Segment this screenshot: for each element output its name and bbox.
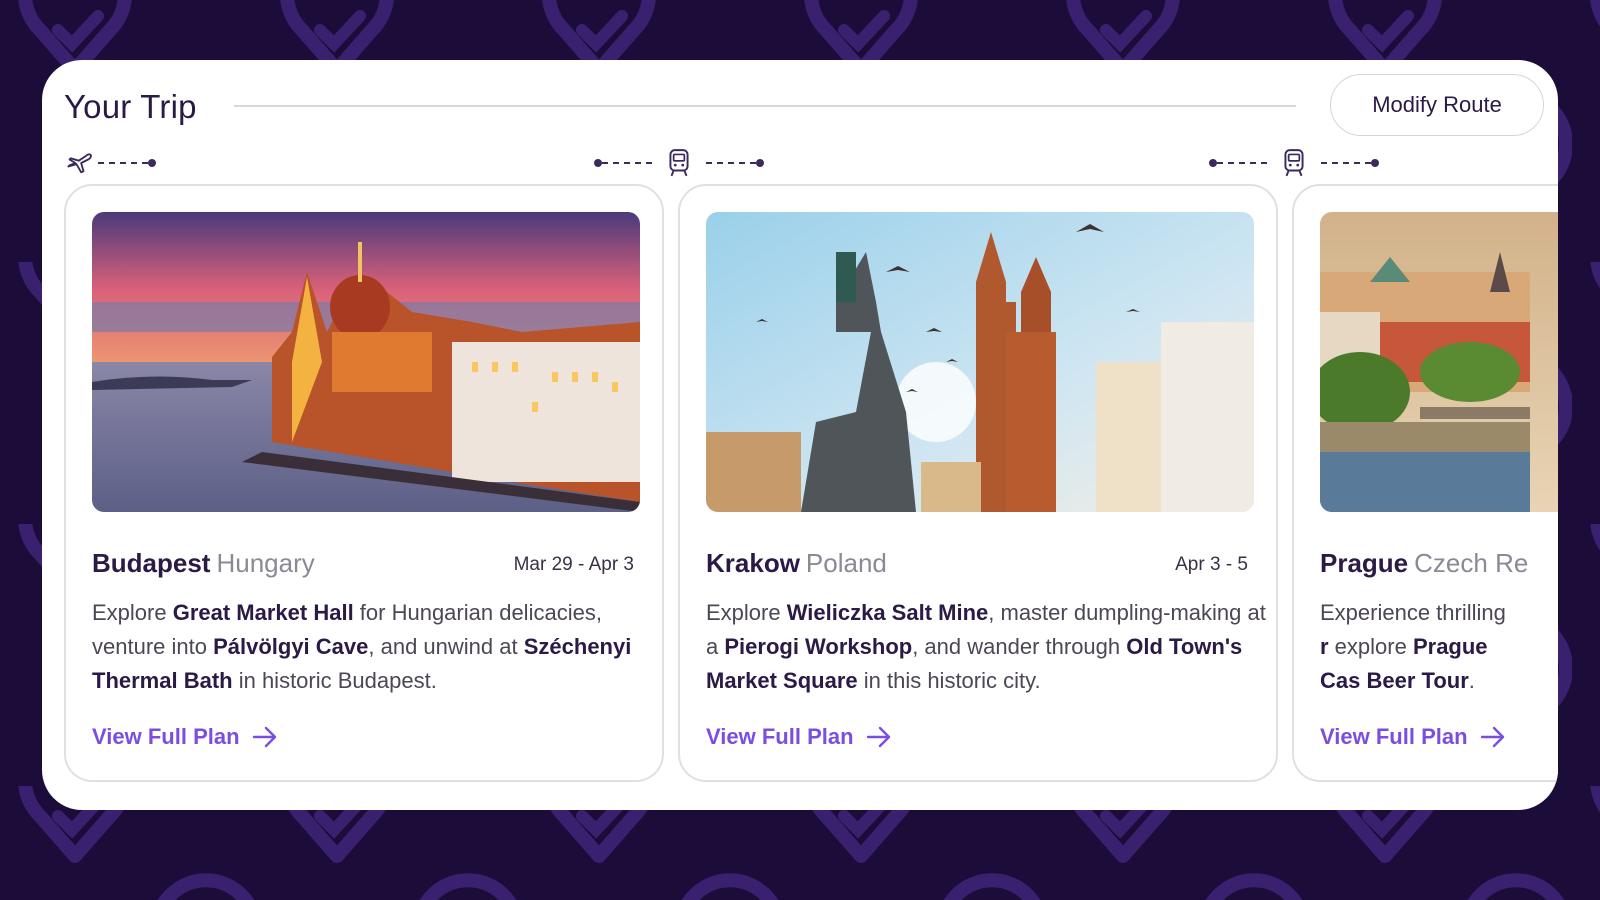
route-dash (1321, 162, 1371, 164)
view-full-plan-link[interactable]: View Full Plan (1320, 724, 1506, 750)
view-full-plan-link[interactable]: View Full Plan (706, 724, 892, 750)
route-dot (1371, 159, 1379, 167)
destination-card-budapest: Budapest Hungary Mar 29 - Apr 3 Explore G… (64, 184, 664, 782)
trip-panel: Your Trip Modify Route Budapest Hungary … (42, 60, 1558, 810)
destination-description: Explore Wieliczka Salt Mine, master dump… (706, 600, 1266, 693)
country-name: Czech Re (1414, 548, 1529, 578)
route-dot (148, 159, 156, 167)
route-dash (602, 162, 652, 164)
view-full-plan-link[interactable]: View Full Plan (92, 724, 278, 750)
destination-photo (92, 212, 640, 512)
route-start (66, 146, 156, 180)
arrow-right-icon (252, 726, 276, 748)
city-name: Prague (1320, 548, 1409, 578)
modify-route-button[interactable]: Modify Route (1330, 74, 1544, 136)
city-name: Budapest (92, 548, 211, 578)
route-transfer-2 (1209, 146, 1379, 180)
arrow-right-icon (866, 726, 890, 748)
destination-card-krakow: Krakow Poland Apr 3 - 5 Explore Wieliczka… (678, 184, 1278, 782)
train-icon (1284, 149, 1304, 177)
trip-dates: Apr 3 - 5 (1175, 554, 1248, 575)
city-heading: Prague Czech Re (1320, 548, 1528, 579)
header-divider (234, 105, 1296, 107)
route-dash (706, 162, 756, 164)
plane-icon (67, 153, 92, 174)
destination-photo (706, 212, 1254, 512)
route-dot (1209, 159, 1217, 167)
city-heading: Krakow Poland (706, 548, 887, 579)
destination-photo (1320, 212, 1558, 512)
city-name: Krakow (706, 548, 800, 578)
trip-header: Your Trip Modify Route (64, 74, 1544, 138)
country-name: Poland (805, 548, 887, 578)
route-dash (1217, 162, 1267, 164)
country-name: Hungary (216, 548, 315, 578)
route-dot (594, 159, 602, 167)
trip-dates: Mar 29 - Apr 3 (513, 554, 634, 575)
route-transfer-1 (594, 146, 764, 180)
arrow-right-icon (1480, 726, 1504, 748)
page-title: Your Trip (64, 88, 197, 125)
route-dash (98, 162, 148, 164)
city-heading: Budapest Hungary (92, 548, 315, 579)
route-dot (756, 159, 764, 167)
destination-card-prague: Prague Czech Re Experience thrilling r ex… (1292, 184, 1558, 782)
train-icon (669, 149, 689, 177)
destination-description: Experience thrilling r explore Prague Ca… (1320, 600, 1506, 693)
destination-description: Explore Great Market Hall for Hungarian … (92, 600, 632, 693)
